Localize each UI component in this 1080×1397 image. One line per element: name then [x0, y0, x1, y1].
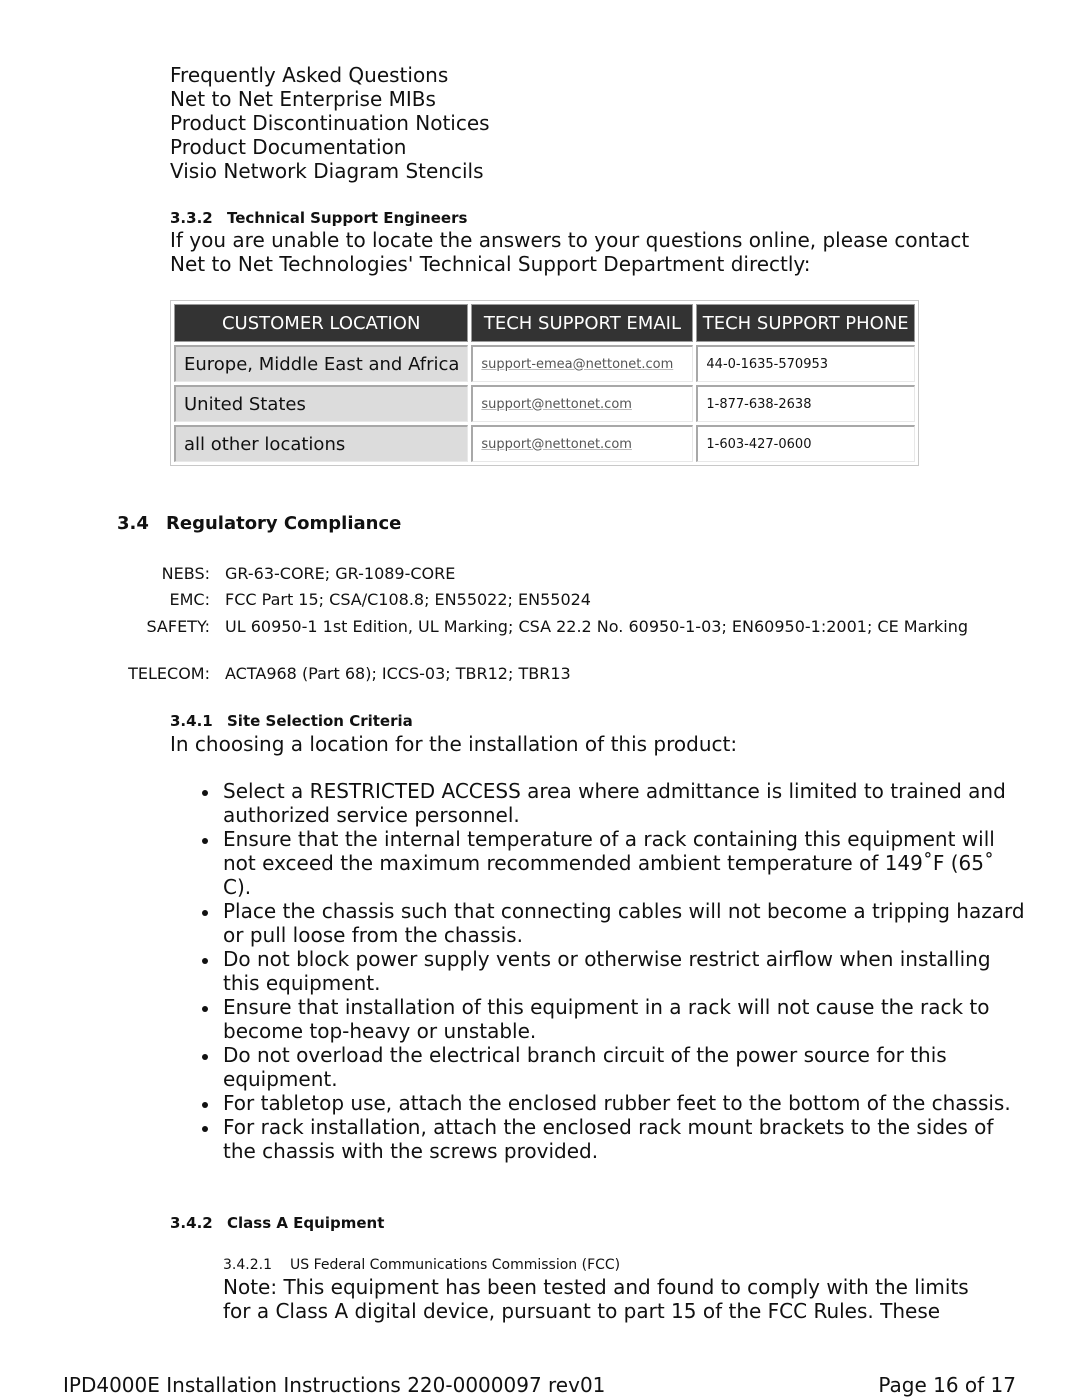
regulatory-value: GR-63-CORE; GR-1089-CORE [225, 564, 456, 583]
table-header-row: CUSTOMER LOCATION TECH SUPPORT EMAIL TEC… [174, 304, 915, 342]
regulatory-value: FCC Part 15; CSA/C108.8; EN55022; EN5502… [225, 590, 591, 609]
bullet-icon [202, 1102, 208, 1108]
list-item-text: For rack installation, attach the enclos… [223, 1115, 994, 1163]
heading-3-4-2: 3.4.2 Class A Equipment [170, 1214, 384, 1232]
list-item: Select a RESTRICTED ACCESS area where ad… [196, 779, 1026, 827]
list-item: Ensure that installation of this equipme… [196, 995, 1026, 1043]
cell-phone: 44-0-1635-570953 [696, 345, 915, 382]
list-item-text: Do not block power supply vents or other… [223, 947, 991, 995]
cell-location: Europe, Middle East and Africa [174, 345, 469, 382]
regulatory-label: NEBS: [161, 564, 210, 583]
list-item-text: Ensure that installation of this equipme… [223, 995, 990, 1043]
heading-title: Class A Equipment [227, 1214, 385, 1232]
cell-email: support@nettonet.com [471, 385, 694, 422]
site-selection-list: Select a RESTRICTED ACCESS area where ad… [196, 779, 1026, 1163]
list-item: For rack installation, attach the enclos… [196, 1115, 1026, 1163]
heading-number: 3.4.2.1 [223, 1257, 272, 1273]
list-item: Do not block power supply vents or other… [196, 947, 1026, 995]
list-item-text: Select a RESTRICTED ACCESS area where ad… [223, 779, 1006, 827]
email-link[interactable]: support@nettonet.com [481, 437, 632, 452]
regulatory-label: TELECOM: [128, 664, 210, 683]
fcc-note-line: for a Class A digital device, pursuant t… [223, 1299, 941, 1323]
list-item-text: For tabletop use, attach the enclosed ru… [223, 1091, 1011, 1115]
bullet-icon [202, 790, 208, 796]
footer-document-title: IPD4000E Installation Instructions 220-0… [63, 1373, 606, 1397]
heading-3-4-2-1: 3.4.2.1 US Federal Communications Commiss… [223, 1257, 620, 1273]
heading-title: US Federal Communications Commission (FC… [290, 1257, 621, 1273]
heading-title: Site Selection Criteria [227, 712, 413, 730]
col-header-email: TECH SUPPORT EMAIL [471, 304, 694, 342]
heading-title: Regulatory Compliance [166, 513, 402, 534]
heading-3-3-2: 3.3.2 Technical Support Engineers [170, 209, 467, 227]
heading-title: Technical Support Engineers [227, 209, 468, 227]
resource-links: Frequently Asked Questions Net to Net En… [170, 63, 490, 183]
cell-phone: 1-877-638-2638 [696, 385, 915, 422]
cell-email: support@nettonet.com [471, 425, 694, 462]
regulatory-label: EMC: [169, 590, 210, 609]
bullet-icon [202, 838, 208, 844]
heading-number: 3.4.1 [170, 712, 213, 730]
list-item-text: Place the chassis such that connecting c… [223, 899, 1025, 947]
heading-number: 3.4.2 [170, 1214, 213, 1232]
regulatory-value: UL 60950-1 1st Edition, UL Marking; CSA … [225, 617, 968, 636]
list-item-text: Do not overload the electrical branch ci… [223, 1043, 947, 1091]
support-intro: If you are unable to locate the answers … [170, 228, 969, 276]
table-row: all other locations support@nettonet.com… [174, 425, 915, 462]
fcc-note-line: Note: This equipment has been tested and… [223, 1275, 969, 1299]
link-mibs[interactable]: Net to Net Enterprise MIBs [170, 87, 490, 111]
heading-number: 3.3.2 [170, 209, 213, 227]
cell-phone: 1-603-427-0600 [696, 425, 915, 462]
support-intro-line: Net to Net Technologies' Technical Suppo… [170, 252, 811, 276]
col-header-phone: TECH SUPPORT PHONE [696, 304, 915, 342]
bullet-icon [202, 958, 208, 964]
link-faq[interactable]: Frequently Asked Questions [170, 63, 490, 87]
support-intro-line: If you are unable to locate the answers … [170, 228, 970, 252]
link-visio-stencils[interactable]: Visio Network Diagram Stencils [170, 159, 490, 183]
regulatory-item: SAFETY: UL 60950-1 1st Edition, UL Marki… [0, 614, 1080, 658]
cell-location: all other locations [174, 425, 469, 462]
bullet-icon [202, 1006, 208, 1012]
site-selection-intro: In choosing a location for the installat… [170, 732, 738, 756]
link-documentation[interactable]: Product Documentation [170, 135, 490, 159]
col-header-location: CUSTOMER LOCATION [174, 304, 469, 342]
table-row: Europe, Middle East and Africa support-e… [174, 345, 915, 382]
list-item: Place the chassis such that connecting c… [196, 899, 1026, 947]
table-row: United States support@nettonet.com 1-877… [174, 385, 915, 422]
heading-number: 3.4 [117, 513, 149, 534]
bullet-icon [202, 910, 208, 916]
regulatory-label: SAFETY: [146, 617, 210, 636]
link-discontinuation[interactable]: Product Discontinuation Notices [170, 111, 490, 135]
email-link[interactable]: support-emea@nettonet.com [481, 357, 673, 372]
heading-3-4: 3.4 Regulatory Compliance [117, 513, 401, 534]
fcc-note: Note: This equipment has been tested and… [223, 1275, 969, 1323]
list-item: Do not overload the electrical branch ci… [196, 1043, 1026, 1091]
list-item: Ensure that the internal temperature of … [196, 827, 1026, 899]
email-link[interactable]: support@nettonet.com [481, 397, 632, 412]
heading-3-4-1: 3.4.1 Site Selection Criteria [170, 712, 413, 730]
support-contact-table: CUSTOMER LOCATION TECH SUPPORT EMAIL TEC… [170, 300, 919, 466]
list-item: For tabletop use, attach the enclosed ru… [196, 1091, 1026, 1115]
list-item-text: Ensure that the internal temperature of … [223, 827, 995, 899]
cell-email: support-emea@nettonet.com [471, 345, 694, 382]
cell-location: United States [174, 385, 469, 422]
bullet-icon [202, 1126, 208, 1132]
bullet-icon [202, 1054, 208, 1060]
regulatory-value: ACTA968 (Part 68); ICCS-03; TBR12; TBR13 [225, 664, 571, 683]
footer-page-number: Page 16 of 17 [878, 1373, 1016, 1397]
